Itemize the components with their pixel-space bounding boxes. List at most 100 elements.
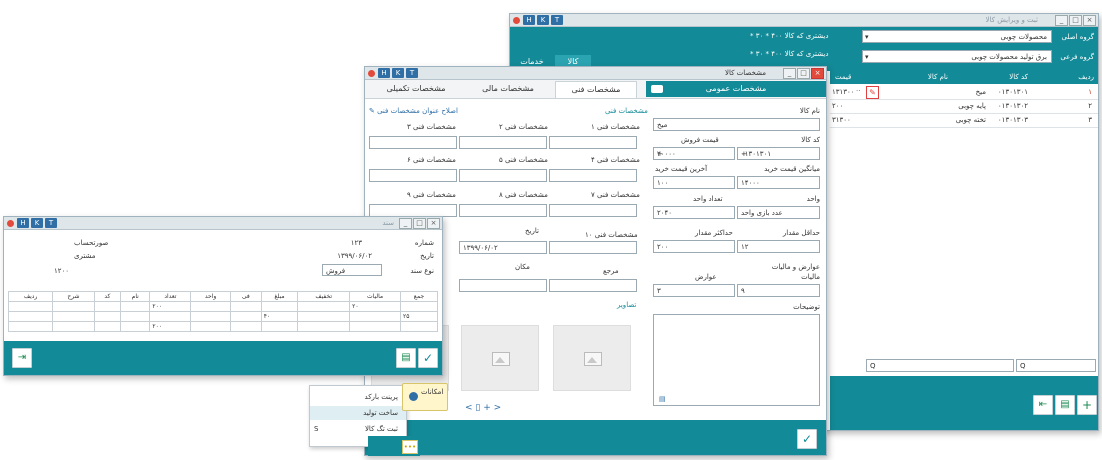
confirm-check-button[interactable]: ✓ [797, 429, 817, 449]
tech-field-4[interactable] [549, 169, 637, 182]
grid-cell[interactable] [260, 321, 299, 332]
grid-cell[interactable] [120, 321, 151, 332]
grid-header-cell[interactable]: تعداد [149, 291, 192, 302]
grid-cell[interactable] [190, 301, 231, 312]
keyboard-button[interactable]: K [31, 218, 43, 228]
tech-field-5[interactable] [459, 169, 547, 182]
close-dot-icon[interactable] [513, 17, 520, 24]
filter-name-input[interactable]: Q [866, 359, 1014, 372]
grid-cell[interactable] [190, 311, 231, 322]
grid-cell[interactable] [93, 311, 122, 322]
maximize-icon[interactable]: □ [413, 218, 426, 229]
grid-header-cell[interactable]: مالیات [349, 291, 401, 302]
menu-item[interactable]: پرینت بارکد [310, 390, 406, 404]
menu-item[interactable]: ثبت تگ کالا S [310, 422, 406, 436]
grid-cell[interactable]: ۲۰ [349, 301, 401, 312]
grid-cell[interactable] [229, 301, 262, 312]
row-more-icon[interactable]: ·· [856, 87, 860, 95]
more-icon[interactable]: ••• [402, 440, 418, 454]
tech-field-10[interactable] [549, 241, 637, 254]
grid-cell[interactable]: ۲۰۰ [149, 321, 192, 332]
grid-cell[interactable] [7, 321, 54, 332]
grid-cell[interactable] [349, 311, 401, 322]
subgroup-select[interactable]: ▾ برق تولید محصولات چوبی [862, 50, 1052, 63]
grid-header-cell[interactable]: واحد [190, 291, 231, 302]
table-row[interactable]: ۲ ۰۱۳۰۱۳۰۲ پایه چوبی [830, 100, 1098, 114]
grid-header-cell[interactable]: شرح [52, 291, 95, 302]
grid-header-cell[interactable]: تخفیف [297, 291, 351, 302]
description-field[interactable] [653, 314, 820, 406]
grid-cell[interactable] [190, 321, 231, 332]
duty-field[interactable]: ۳ [653, 284, 735, 297]
grid-cell[interactable]: ۴۰ [260, 311, 299, 322]
grid-cell[interactable] [7, 311, 54, 322]
edit-pencil-icon[interactable]: ✎ [866, 86, 879, 99]
grid-cell[interactable] [399, 321, 439, 332]
grid-cell[interactable] [297, 321, 351, 332]
help-button[interactable]: H [17, 218, 29, 228]
edit-tech-titles-link[interactable]: ✎ اصلاح عنوان مشخصات فنی [369, 107, 458, 115]
grid-cell[interactable] [93, 321, 122, 332]
grid-cell[interactable] [7, 301, 54, 312]
tech-field-7[interactable] [549, 204, 637, 217]
table-row[interactable]: ۱ ۰۱۳۰۱۳۰۱ میخ ✎ ·· [830, 86, 1098, 100]
help-button[interactable]: H [523, 15, 535, 25]
maximize-icon[interactable]: □ [1069, 15, 1082, 26]
minimize-icon[interactable]: _ [1055, 15, 1068, 26]
confirm-check-button[interactable]: ✓ [418, 348, 438, 368]
grid-header-cell[interactable]: ردیف [7, 291, 54, 302]
grid-header-cell[interactable]: نام [120, 291, 151, 302]
print-icon[interactable]: ▤ [396, 348, 416, 368]
grid-cell[interactable] [149, 311, 192, 322]
doc-type-field[interactable]: فروش [322, 264, 382, 276]
minimize-icon[interactable]: _ [399, 218, 412, 229]
plus-icon[interactable]: + [657, 148, 663, 159]
sale-price-field[interactable]: ۲۰۰۰۰ + [653, 147, 735, 160]
unit-field[interactable]: عدد بازی واحد [737, 206, 820, 219]
grid-cell[interactable] [52, 311, 95, 322]
tech-field-3[interactable] [369, 136, 457, 149]
attachment-icon[interactable]: ▤ [659, 395, 666, 403]
export-icon[interactable]: ⇤ [1033, 395, 1053, 415]
table-row[interactable]: ۴۰ ۲۵ [7, 311, 439, 322]
tab-financial[interactable]: مشخصات مالی [465, 81, 551, 97]
image-slot[interactable] [553, 325, 631, 391]
add-button[interactable]: + [1077, 395, 1097, 415]
grid-header-cell[interactable]: کد [93, 291, 122, 302]
close-icon[interactable]: × [427, 218, 440, 229]
grid-cell[interactable] [349, 321, 401, 332]
keyboard-button[interactable]: K [537, 15, 549, 25]
grid-cell[interactable] [120, 311, 151, 322]
grid-cell[interactable]: ۲۰۰ [149, 301, 192, 312]
tech-field-8[interactable] [459, 204, 547, 217]
date-field[interactable]: ۱۳۹۹/۰۶/۰۲ [459, 241, 547, 254]
toggle-icon[interactable] [651, 85, 663, 93]
menu-item[interactable]: ساخت تولید [310, 406, 406, 420]
grid-header-cell[interactable]: فی [229, 291, 262, 302]
grid-cell[interactable] [229, 321, 262, 332]
exit-icon[interactable]: ⇥ [12, 348, 32, 368]
tools-button[interactable]: T [45, 218, 57, 228]
tab-extra[interactable]: مشخصات تکمیلی [373, 81, 459, 97]
ref-field[interactable] [549, 279, 637, 292]
close-icon[interactable]: × [811, 68, 824, 79]
tools-button[interactable]: T [551, 15, 563, 25]
plus-icon[interactable]: + [741, 148, 747, 159]
place-field[interactable] [459, 279, 547, 292]
help-button[interactable]: H [378, 68, 390, 78]
image-slot[interactable] [461, 325, 539, 391]
close-icon[interactable]: × [1083, 15, 1096, 26]
tab-tech[interactable]: مشخصات فنی [555, 81, 637, 98]
report-icon[interactable]: ▤ [1055, 395, 1075, 415]
table-row[interactable]: ۲۰۰ ۲۰ [7, 301, 439, 312]
code-field[interactable]: ۰۱۳۰۱۳۰۱ + [737, 147, 820, 160]
close-dot-icon[interactable] [7, 220, 14, 227]
grid-cell[interactable] [229, 311, 262, 322]
name-field[interactable]: میخ [653, 118, 820, 131]
max-qty-field[interactable]: ۲۰۰ [653, 240, 735, 253]
group-select[interactable]: ▾ محصولات چوبی [862, 30, 1052, 43]
tab-general[interactable]: مشخصات عمومی [646, 81, 826, 97]
grid-header-cell[interactable]: جمع [399, 291, 439, 302]
tech-field-6[interactable] [369, 169, 457, 182]
table-row[interactable]: ۳ ۰۱۳۰۱۳۰۳ تخته چوبی [830, 114, 1098, 128]
